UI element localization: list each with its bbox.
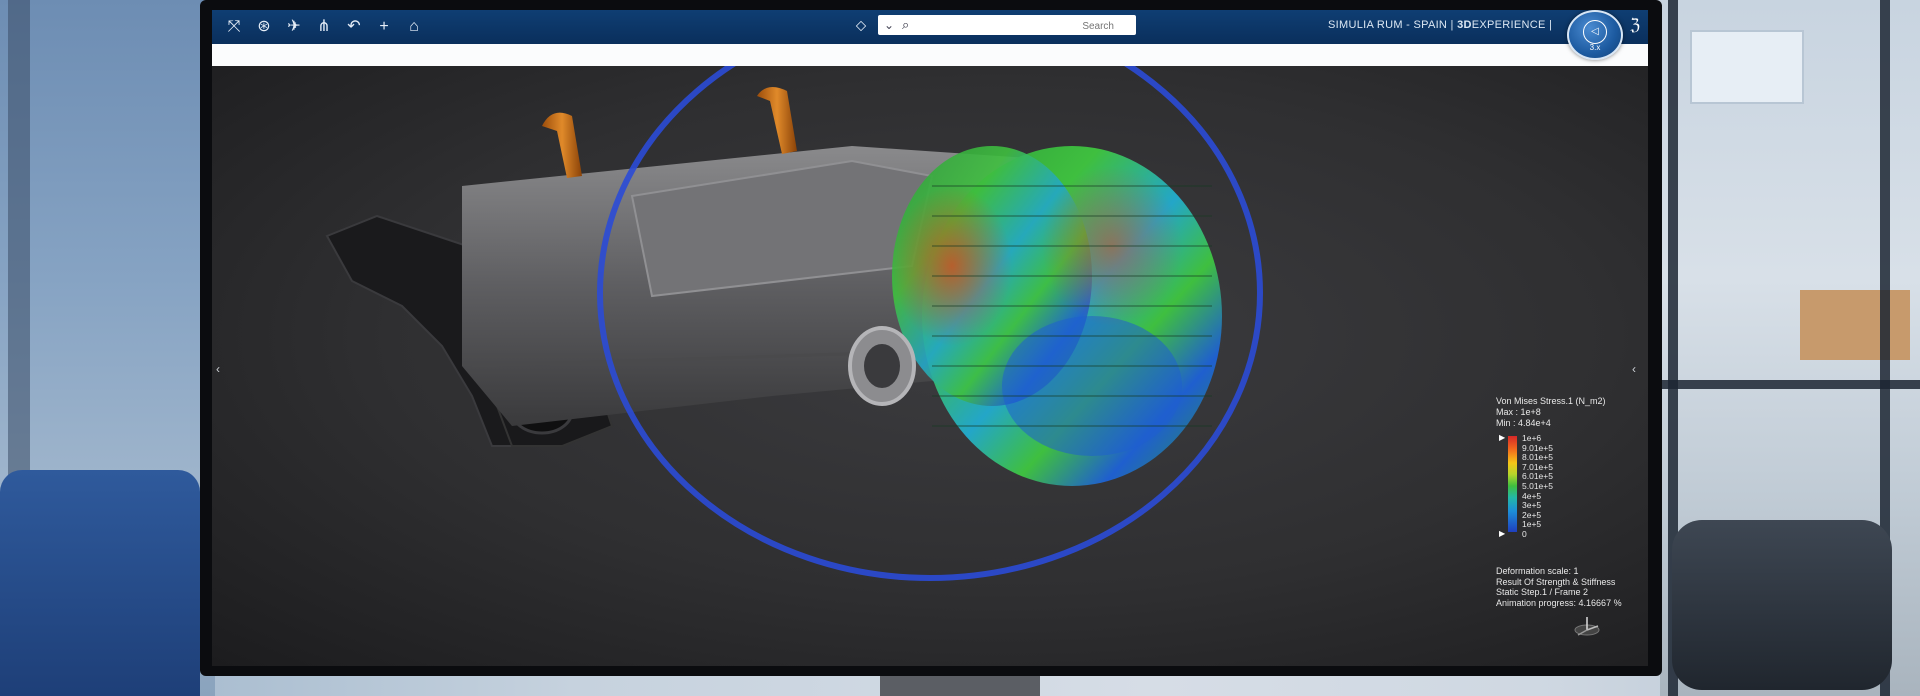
legend-ticks: 1e+6 9.01e+5 8.01e+5 7.01e+5 6.01e+5 5.0… [1522,433,1553,539]
legend-tick: 2e+5 [1522,509,1542,520]
settings-icon[interactable]: ⊛ [252,15,276,39]
animation-progress: Animation progress: 4.16667 % [1496,597,1622,608]
top-bar: ⤧ ⊛ ✈ ⋔ ↶ + ⌂ ⬦ ⌄ ⌕ SIMULIA RUM - SPAIN … [212,10,1648,44]
search-field[interactable]: ⌄ ⌕ [878,15,1136,35]
window-frame-horizontal [1660,380,1920,389]
step-frame: Static Step.1 / Frame 2 [1496,587,1589,598]
legend-tick: 3e+5 [1522,500,1542,511]
result-name: Result Of Strength & Stiffness [1496,576,1616,587]
wall-poster [1690,30,1804,104]
app-screen: ⤧ ⊛ ✈ ⋔ ↶ + ⌂ ⬦ ⌄ ⌕ SIMULIA RUM - SPAIN … [212,10,1648,666]
ds-logo-icon[interactable]: ℨ [1624,15,1646,37]
cardboard-boxes [1800,290,1910,360]
plus-icon[interactable]: + [372,15,396,39]
reply-icon[interactable]: ↶ [342,15,366,39]
monitor-stand [880,676,1040,696]
legend-tick: 0 [1522,528,1527,539]
results-info: Deformation scale: 1 Result Of Strength … [1496,566,1622,608]
blue-chair [0,470,200,696]
title-separator: | [1549,19,1553,31]
compass-widget[interactable]: ◁ 3.x [1567,10,1623,60]
legend-bottom-pointer[interactable]: ▶ [1499,528,1505,539]
title-separator: | [1450,19,1454,31]
window-pillar [8,0,30,480]
action-bar [212,44,1648,66]
share-icon[interactable]: ⋔ [312,15,336,39]
collapse-left-arrow[interactable]: ‹ [216,362,220,376]
office-chair [1672,520,1892,690]
search-tag-icon[interactable]: ⬦ [850,15,872,37]
expand-icon[interactable]: ⤧ [222,15,246,39]
legend-tick: 7.01e+5 [1522,461,1553,472]
3d-viewport[interactable]: ‹ ‹ Von Mises Stress.1 (N_m2) Max : 1e+8… [212,66,1648,666]
legend-tick: 1e+6 [1522,433,1542,443]
legend-top-pointer[interactable]: ▶ [1499,432,1505,443]
context-label: SIMULIA RUM - SPAIN [1328,19,1448,31]
legend-color-bar [1508,436,1517,532]
legend-min: Min : 4.84e+4 [1496,418,1551,428]
search-icon[interactable]: ⌕ [902,15,909,35]
collapse-right-arrow[interactable]: ‹ [1632,362,1636,376]
legend-tick: 6.01e+5 [1522,471,1553,482]
deformation-scale: Deformation scale: 1 [1496,566,1579,576]
legend-tick: 8.01e+5 [1522,452,1553,463]
legend-tick: 4e+5 [1522,490,1542,501]
brand-rest: EXPERIENCE [1471,19,1546,31]
search-input[interactable] [922,17,1116,35]
chevron-down-icon[interactable]: ⌄ [884,15,894,35]
motor-model [325,66,1263,581]
plane-icon[interactable]: ✈ [282,15,306,39]
legend-title: Von Mises Stress.1 (N_m2) [1496,396,1606,406]
tag-icon[interactable]: ⌂ [402,15,426,39]
app-context-title: SIMULIA RUM - SPAIN | 3DEXPERIENCE | [1328,19,1552,35]
axis-triad-icon[interactable] [1572,614,1602,638]
legend-tick: 1e+5 [1522,519,1542,530]
legend-tick: 9.01e+5 [1522,442,1553,453]
brand-bold: 3D [1457,19,1472,31]
legend-tick: 5.01e+5 [1522,480,1553,491]
legend-max: Max : 1e+8 [1496,407,1541,417]
compass-version: 3.x [1589,43,1601,52]
play-icon[interactable]: ◁ [1583,20,1607,44]
